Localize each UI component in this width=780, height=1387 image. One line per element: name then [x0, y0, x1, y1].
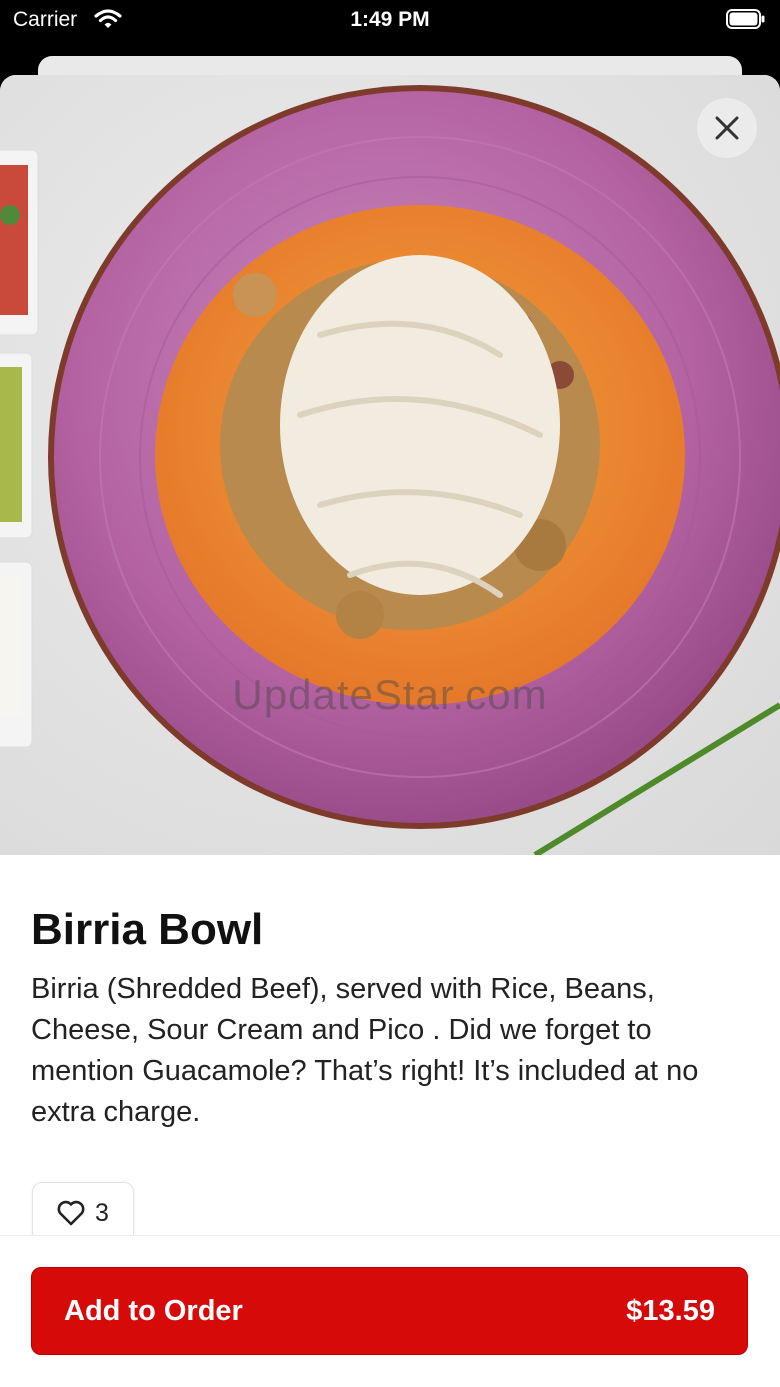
status-time: 1:49 PM [350, 8, 430, 31]
bottom-bar: Add to Order $13.59 [0, 1235, 780, 1387]
status-bar: Carrier 1:49 PM [0, 0, 780, 50]
add-to-order-button[interactable]: Add to Order $13.59 [31, 1267, 748, 1355]
watermark: UpdateStar.com [232, 671, 548, 718]
close-icon [715, 116, 739, 140]
close-button[interactable] [697, 98, 757, 158]
item-title: Birria Bowl [31, 905, 264, 954]
heart-icon [57, 1200, 85, 1226]
battery-icon [726, 9, 766, 29]
like-count: 3 [95, 1198, 109, 1227]
food-illustration [0, 85, 780, 855]
item-description: Birria (Shredded Beef), served with Rice… [31, 973, 699, 1128]
item-detail-sheet: UpdateStar.com Birria Bowl Birria (Shred… [0, 75, 780, 1387]
add-to-order-label: Add to Order [64, 1294, 243, 1327]
item-photo: UpdateStar.com [0, 75, 780, 855]
order-price: $13.59 [626, 1294, 715, 1327]
